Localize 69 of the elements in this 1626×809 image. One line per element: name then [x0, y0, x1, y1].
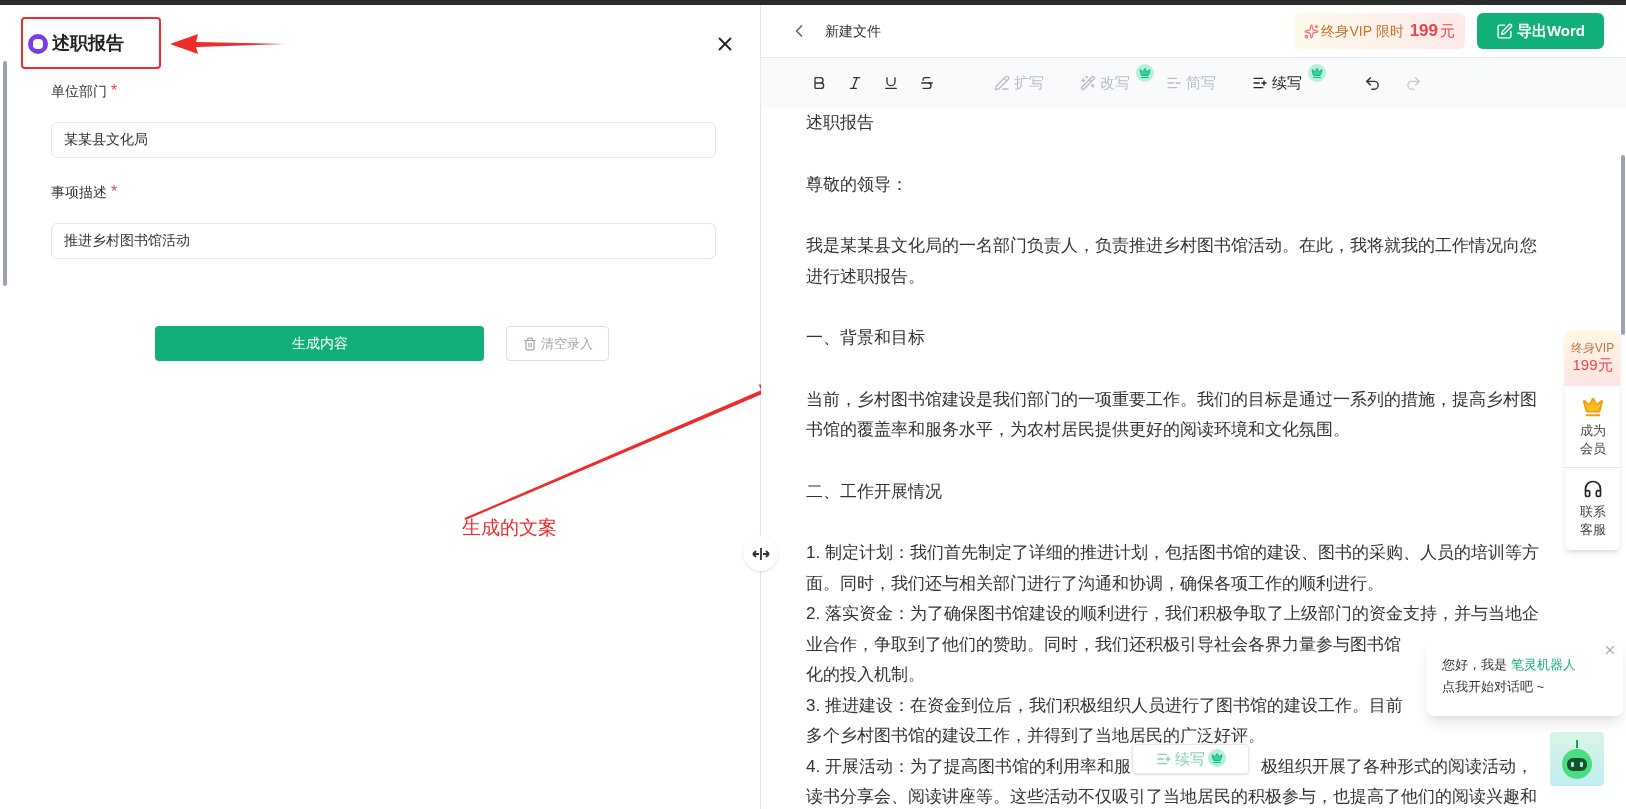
wand-icon [1080, 75, 1096, 91]
document-text: 化的投入机制。 [806, 664, 925, 686]
crown-icon [1136, 63, 1154, 82]
vip-offer-label: 终身VIP 限时 [1321, 21, 1404, 41]
field-label: 单位部门 [51, 82, 107, 101]
document-text: 当前，乡村图书馆建设是我们部门的一项重要工作。我们的目标是通过一系列的措施，提高乡村图 [806, 388, 1537, 411]
customer-service-button[interactable]: 联系客服 [1565, 468, 1620, 550]
italic-icon[interactable] [847, 75, 863, 91]
vip-offer[interactable]: 终身VIP 限时 199元 [1294, 13, 1465, 49]
form-title: 述职报告 [52, 32, 124, 55]
sparkle-icon [1304, 23, 1320, 39]
scrollbar[interactable] [3, 61, 7, 286]
export-button[interactable]: 导出Word [1477, 13, 1604, 49]
trash-icon [522, 336, 537, 351]
document-text: 面。同时，我们还与相关部门进行了沟通和协调，确保各项工作的顺利进行。 [806, 572, 1384, 595]
document-text: 多个乡村图书馆的建设工作，并得到了当地居民的广泛好评。 [806, 725, 1265, 747]
clear-button[interactable]: 清空录入 [506, 326, 609, 361]
ai-tool-button[interactable]: 续写 [1248, 71, 1306, 95]
document-text: 极组织开展了各种形式的阅读活动， [1260, 755, 1533, 778]
pencil-line-icon [994, 75, 1010, 91]
document-text: 1. 制定计划：我们首先制定了详细的推进计划，包括图书馆的建设、图书的采购、人员的培训等方 [806, 542, 1539, 564]
vip-offer-price: 199 [1409, 20, 1438, 43]
report-icon [28, 33, 48, 54]
vip-price: 199元 [1572, 356, 1613, 375]
required-mark: * [111, 182, 118, 202]
chat-greeting: 您好，我是 [1442, 657, 1507, 672]
annotation-label: 生成的文案 [462, 516, 557, 540]
required-mark: * [111, 81, 118, 101]
list-plus-icon [1155, 751, 1172, 767]
document-text: 4. 开展活动：为了提高图书馆的利用率和服 [806, 755, 1131, 778]
chat-popup[interactable]: 您好，我是 笔灵机器人 点我开始对话吧 ~ [1426, 638, 1623, 716]
vip-offer-unit: 元 [1440, 20, 1455, 41]
document-text: 业合作，争取到了他们的赞助。同时，我们还积极引导社会各界力量参与图书馆 [806, 633, 1401, 656]
edit-icon [1495, 22, 1513, 40]
vip-card[interactable]: 终身VIP 199元 [1565, 330, 1620, 386]
list-plus-icon [1252, 75, 1268, 91]
bot-name-link[interactable]: 笔灵机器人 [1510, 657, 1576, 672]
document-text: 我是某某县文化局的一名部门负责人，负责推进乡村图书馆活动。在此，我将就我的工作情况向您 [806, 235, 1537, 257]
underline-icon[interactable] [883, 75, 899, 91]
headset-icon [1582, 479, 1603, 499]
continue-writing-button[interactable]: 续写 [1132, 744, 1249, 774]
text-field[interactable]: 某某县文化局 [51, 122, 716, 158]
robot-icon[interactable] [1550, 732, 1604, 786]
bold-icon[interactable] [811, 75, 827, 91]
document-text: 书馆的覆盖率和服务水平，为农村居民提供更好的阅读环境和文化氛围。 [806, 419, 1350, 441]
vip-label: 终身VIP [1570, 341, 1615, 357]
document-text: 一、背景和目标 [806, 327, 925, 349]
undo-button[interactable] [1364, 74, 1381, 92]
document-title: 新建文件 [825, 21, 881, 41]
document-text: 3. 推进建设：在资金到位后，我们积极组织人员进行了图书馆的建设工作。目前 [806, 694, 1403, 717]
document-text: 进行述职报告。 [806, 265, 925, 288]
text-field[interactable]: 推进乡村图书馆活动 [51, 223, 716, 259]
resize-handle[interactable] [743, 536, 778, 571]
document-text: 述职报告 [806, 112, 874, 134]
crown-icon [1308, 63, 1326, 82]
document-text: 二、工作开展情况 [806, 480, 942, 503]
generate-button[interactable]: 生成内容 [155, 326, 484, 361]
field-label: 事项描述 [51, 183, 107, 202]
chat-prompt: 点我开始对话吧 ~ [1442, 678, 1546, 696]
strikethrough-icon[interactable] [919, 75, 935, 91]
resize-icon [750, 547, 771, 560]
document-text: 尊敬的领导： [806, 173, 908, 196]
list-minus-icon [1166, 75, 1182, 91]
membership-button[interactable]: 成为会员 [1565, 386, 1620, 468]
crown-icon [1207, 748, 1226, 767]
document-text: 读书分享会、阅读讲座等。这些活动不仅吸引了当地居民的积极参与，也提高了他们的阅读兴趣和 [806, 786, 1537, 808]
crown-icon [1581, 395, 1604, 418]
scrollbar[interactable] [1621, 155, 1625, 335]
document-text: 2. 落实资金：为了确保图书馆建设的顺利进行，我们积极争取了上级部门的资金支持，并与当地企 [806, 603, 1539, 625]
